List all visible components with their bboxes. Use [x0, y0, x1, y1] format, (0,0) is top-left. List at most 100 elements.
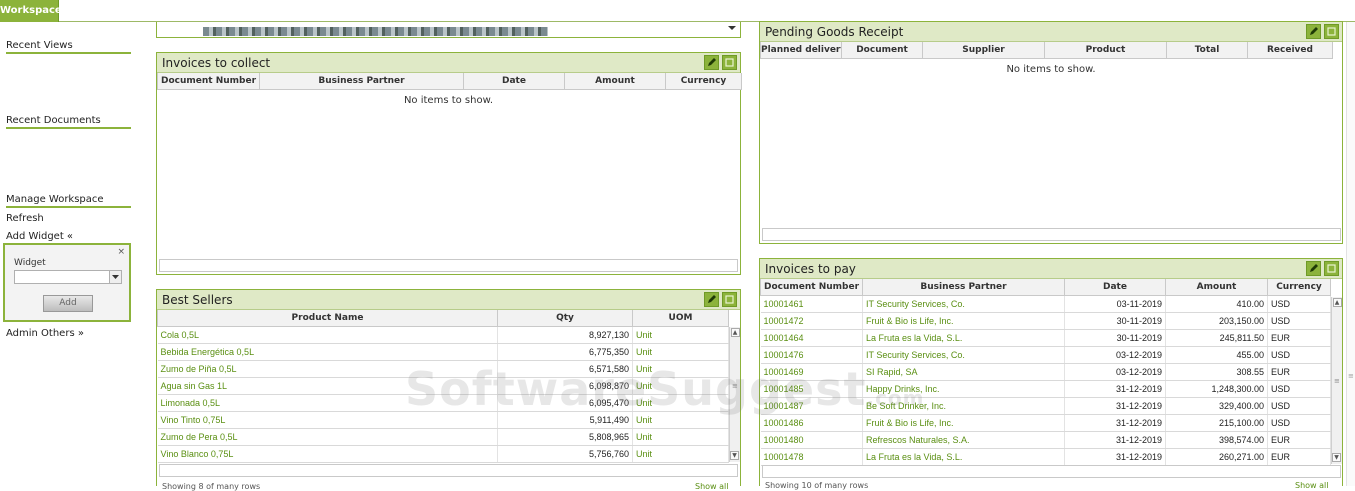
column-header[interactable]: Amount: [564, 73, 666, 90]
cell-currency: USD: [1267, 380, 1331, 398]
cell-doc[interactable]: 10001464: [760, 329, 863, 347]
table-row[interactable]: 10001478 La Fruta es la Vida, S.L. 31-12-2…: [760, 448, 1331, 466]
column-header[interactable]: Business Partner: [862, 279, 1065, 296]
table-row[interactable]: 10001476 IT Security Services, Co. 03-12-2…: [760, 346, 1331, 364]
column-header[interactable]: Document: [841, 42, 923, 59]
cell-partner[interactable]: Refrescos Naturales, S.A.: [862, 431, 1065, 449]
cell-partner[interactable]: Fruit & Bio is Life, Inc.: [862, 414, 1065, 432]
cell-date: 31-12-2019: [1064, 414, 1166, 432]
cell-name[interactable]: Zumo de Pera 0,5L: [157, 428, 498, 446]
cell-date: 30-11-2019: [1064, 312, 1166, 330]
edit-icon[interactable]: [704, 55, 719, 70]
cell-partner[interactable]: IT Security Services, Co.: [862, 346, 1065, 364]
scroll-grip-icon[interactable]: ≡: [1348, 372, 1354, 380]
maximize-icon[interactable]: [1324, 24, 1339, 39]
cell-doc[interactable]: 10001486: [760, 414, 863, 432]
cell-name[interactable]: Cola 0,5L: [157, 326, 498, 344]
widget-select[interactable]: [14, 270, 122, 284]
chevron-down-icon[interactable]: [727, 23, 737, 36]
tab-workspace[interactable]: Workspace: [0, 0, 62, 22]
column-header[interactable]: Planned delivery: [760, 42, 842, 59]
cell-doc[interactable]: 10001476: [760, 346, 863, 364]
admin-others-link[interactable]: Admin Others »: [6, 328, 84, 339]
scroll-up-icon[interactable]: ▲: [1332, 298, 1342, 307]
column-header[interactable]: Business Partner: [259, 73, 464, 90]
table-row[interactable]: 10001486 Fruit & Bio is Life, Inc. 31-12-2…: [760, 414, 1331, 432]
cell-partner[interactable]: IT Security Services, Co.: [862, 295, 1065, 313]
cell-doc[interactable]: 10001480: [760, 431, 863, 449]
best-sellers-header: Best Sellers: [157, 290, 740, 310]
scroll-down-icon[interactable]: ▼: [1332, 453, 1341, 462]
add-button[interactable]: Add: [43, 295, 93, 312]
close-icon[interactable]: ×: [117, 247, 125, 257]
cell-uom[interactable]: Unit: [632, 428, 729, 446]
cell-currency: USD: [1267, 312, 1331, 330]
show-all-link[interactable]: Show all: [695, 482, 728, 491]
cell-uom[interactable]: Unit: [632, 326, 729, 344]
cell-amount: 308.55: [1165, 363, 1268, 381]
top-bar: [0, 0, 1355, 22]
table-row[interactable]: Cola 0,5L 8,927,130 Unit: [157, 326, 729, 344]
scroll-grip-icon[interactable]: ≡: [1334, 377, 1340, 385]
cell-amount: 260,271.00: [1165, 448, 1268, 466]
cell-name[interactable]: Vino Blanco 0,75L: [157, 445, 498, 463]
cell-currency: USD: [1267, 414, 1331, 432]
column-header[interactable]: Amount: [1165, 279, 1268, 296]
cell-name[interactable]: Bebida Energética 0,5L: [157, 343, 498, 361]
column-header[interactable]: Document Number: [760, 279, 863, 296]
invoices-to-pay-header: Invoices to pay: [760, 259, 1342, 279]
edit-icon[interactable]: [1306, 24, 1321, 39]
pending-goods-table: Planned delivery Document Supplier Produ…: [760, 42, 1333, 59]
cell-currency: EUR: [1267, 448, 1331, 466]
column-header[interactable]: Currency: [665, 73, 742, 90]
cell-doc[interactable]: 10001461: [760, 295, 863, 313]
column-header[interactable]: Received: [1247, 42, 1333, 59]
maximize-icon[interactable]: [722, 55, 737, 70]
cell-partner[interactable]: La Fruta es la Vida, S.L.: [862, 329, 1065, 347]
cell-date: 03-11-2019: [1064, 295, 1166, 313]
empty-message: No items to show.: [1006, 63, 1096, 75]
column-header[interactable]: UOM: [632, 310, 729, 327]
scroll-up-icon[interactable]: ▲: [730, 328, 740, 337]
pending-goods-header: Pending Goods Receipt: [760, 22, 1342, 42]
empty-message: No items to show.: [403, 94, 494, 106]
chevron-down-icon[interactable]: [109, 271, 121, 283]
invoices-to-collect-header: Invoices to collect: [157, 53, 740, 73]
table-row[interactable]: 10001472 Fruit & Bio is Life, Inc. 30-11-2…: [760, 312, 1331, 330]
column-header[interactable]: Qty: [497, 310, 633, 327]
watermark-suffix: .com: [866, 386, 925, 410]
edit-icon[interactable]: [1306, 261, 1321, 276]
column-header[interactable]: Product Name: [157, 310, 498, 327]
column-header[interactable]: Date: [463, 73, 565, 90]
column-header[interactable]: Total: [1166, 42, 1248, 59]
edit-icon[interactable]: [704, 292, 719, 307]
invoices-to-collect-widget: Invoices to collect Document Number Busi…: [156, 52, 742, 275]
column-header[interactable]: Supplier: [922, 42, 1045, 59]
table-row[interactable]: Bebida Energética 0,5L 6,775,350 Unit: [157, 343, 729, 361]
cell-partner[interactable]: Fruit & Bio is Life, Inc.: [862, 312, 1065, 330]
add-widget-link[interactable]: Add Widget «: [6, 231, 73, 242]
column-header[interactable]: Document Number: [157, 73, 260, 90]
scroll-down-icon[interactable]: ▼: [730, 451, 739, 460]
cell-doc[interactable]: 10001478: [760, 448, 863, 466]
cell-uom[interactable]: Unit: [632, 445, 729, 463]
table-row[interactable]: 10001461 IT Security Services, Co. 03-11-2…: [760, 295, 1331, 313]
cell-date: 31-12-2019: [1064, 397, 1166, 415]
cell-partner[interactable]: La Fruta es la Vida, S.L.: [862, 448, 1065, 466]
table-row[interactable]: Zumo de Pera 0,5L 5,808,965 Unit: [157, 428, 729, 446]
table-row[interactable]: 10001464 La Fruta es la Vida, S.L. 30-11-2…: [760, 329, 1331, 347]
table-row[interactable]: 10001480 Refrescos Naturales, S.A. 31-12-2…: [760, 431, 1331, 449]
refresh-link[interactable]: Refresh: [6, 213, 44, 224]
widget-image: [203, 27, 548, 36]
scrollbar[interactable]: ▲ ≡ ▼: [1331, 297, 1342, 464]
cell-uom[interactable]: Unit: [632, 343, 729, 361]
table-row[interactable]: Vino Blanco 0,75L 5,756,760 Unit: [157, 445, 729, 463]
maximize-icon[interactable]: [722, 292, 737, 307]
maximize-icon[interactable]: [1324, 261, 1339, 276]
page-scrollbar[interactable]: ≡: [1346, 22, 1355, 486]
column-header[interactable]: Product: [1044, 42, 1167, 59]
column-header[interactable]: Date: [1064, 279, 1166, 296]
column-header[interactable]: Currency: [1267, 279, 1331, 296]
cell-doc[interactable]: 10001472: [760, 312, 863, 330]
cell-qty: 5,808,965: [497, 428, 633, 446]
